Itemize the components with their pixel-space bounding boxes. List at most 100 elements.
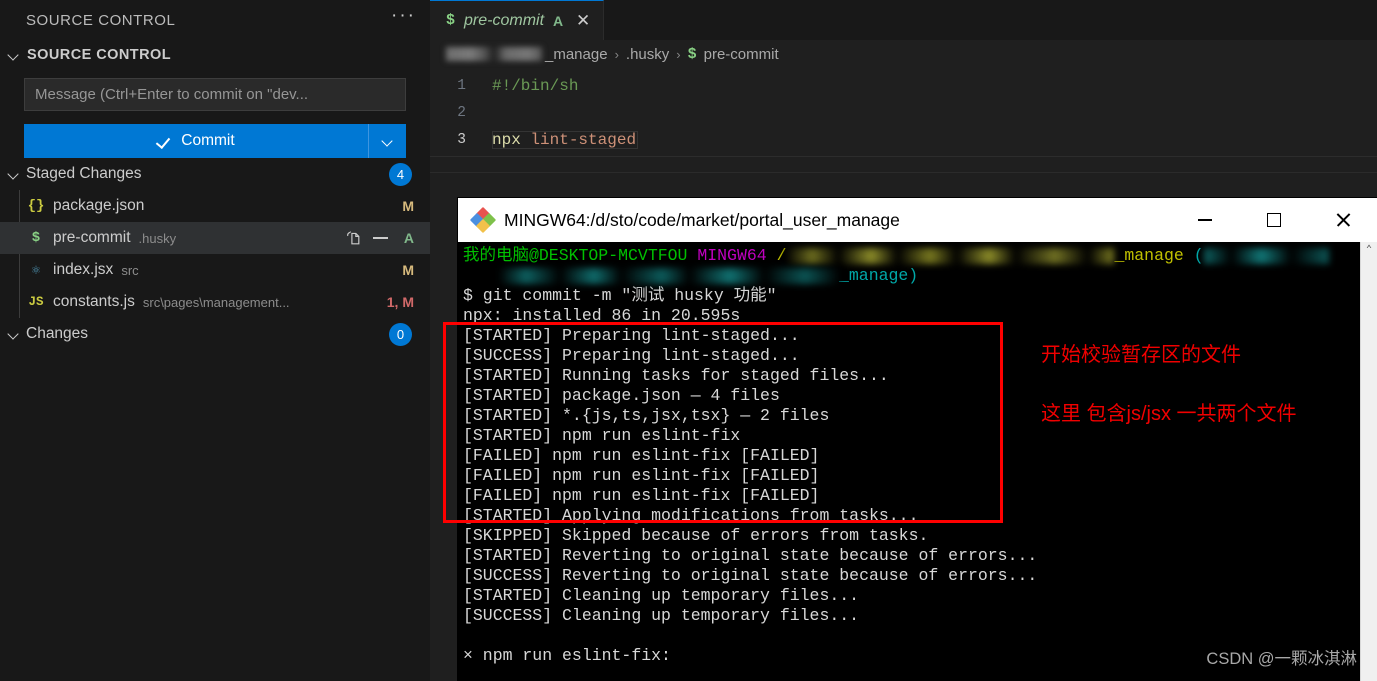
commit-message-placeholder: Message (Ctrl+Enter to commit on "dev...: [35, 86, 309, 103]
terminal-command: $ git commit -m "测试 husky 功能": [463, 286, 777, 305]
commit-message-input[interactable]: Message (Ctrl+Enter to commit on "dev...: [24, 78, 406, 111]
redacted-path: [786, 247, 1115, 264]
commit-dropdown-button[interactable]: [368, 124, 406, 158]
more-actions-icon[interactable]: ···: [391, 6, 416, 29]
changes-header[interactable]: Changes 0: [0, 318, 430, 350]
tab-status-badge: A: [553, 12, 564, 29]
code-line: 1 #!/bin/sh: [430, 72, 1377, 99]
list-item[interactable]: JS constants.js src\pages\management... …: [0, 286, 430, 318]
list-item[interactable]: {} package.json M: [0, 190, 430, 222]
source-control-section-header[interactable]: SOURCE CONTROL: [0, 40, 430, 70]
row-action-buttons: [345, 230, 388, 247]
terminal-output-area[interactable]: ⌃ 我的电脑@DESKTOP-MCVTFOU MINGW64 / _manage …: [458, 242, 1377, 681]
changes-label: Changes: [26, 325, 89, 342]
window-controls: [1170, 198, 1377, 242]
terminal-output-line: [FAILED] npm run eslint-fix [FAILED]: [463, 486, 820, 505]
minimize-button[interactable]: [1170, 198, 1239, 242]
divider: [430, 156, 1377, 157]
terminal-output-line: [STARTED] Running tasks for staged files…: [463, 366, 889, 385]
terminal-scrollbar[interactable]: ⌃: [1360, 242, 1377, 681]
commit-button[interactable]: Commit: [24, 124, 368, 158]
prompt-slash: /: [776, 246, 787, 265]
sidebar-view-title: SOURCE CONTROL: [26, 11, 176, 29]
terminal-output-line: [FAILED] npm run eslint-fix [FAILED]: [463, 466, 820, 485]
code-text: #!/bin/sh: [492, 76, 579, 95]
terminal-output-line: npx: installed 86 in 20.595s: [463, 306, 741, 325]
sidebar-title-row: SOURCE CONTROL ···: [0, 0, 430, 40]
file-name: package.json: [53, 197, 145, 214]
watermark: CSDN @一颗冰淇淋: [1206, 650, 1357, 668]
unstage-changes-icon[interactable]: [373, 237, 388, 239]
staged-changes-header[interactable]: Staged Changes 4: [0, 158, 430, 190]
maximize-icon: [1266, 213, 1281, 227]
annotation-note-1: 开始校验暂存区的文件: [1041, 344, 1241, 366]
list-item[interactable]: $ pre-commit .husky A: [0, 222, 430, 254]
breadcrumb-root-suffix[interactable]: _manage: [545, 46, 608, 63]
terminal-output-line: [STARTED] Applying modifications from ta…: [463, 506, 919, 525]
chevron-down-icon: [380, 133, 396, 149]
discard-changes-icon[interactable]: [345, 230, 362, 247]
scroll-up-icon[interactable]: ⌃: [1361, 242, 1377, 259]
redacted-branch: [1203, 247, 1329, 264]
close-button[interactable]: [1308, 198, 1377, 242]
mingw64-terminal-window: MINGW64:/d/sto/code/market/portal_user_m…: [458, 198, 1377, 681]
close-icon[interactable]: ✕: [574, 11, 592, 31]
line-number: 1: [457, 77, 466, 94]
file-name: pre-commit: [53, 229, 131, 246]
terminal-output-line: [SUCCESS] Reverting to original state be…: [463, 566, 1038, 585]
breadcrumb-redacted-root: [446, 47, 542, 61]
status-badge: A: [403, 230, 414, 246]
shell-script-icon: $: [687, 45, 697, 63]
code-line: 2: [430, 99, 1377, 126]
status-badge: M: [402, 198, 414, 214]
file-path: src: [121, 262, 139, 278]
terminal-output-line: [STARTED] Reverting to original state be…: [463, 546, 1038, 565]
commit-button-group: Commit: [24, 124, 406, 158]
terminal-lines: 我的电脑@DESKTOP-MCVTFOU MINGW64 /_manage ( …: [458, 242, 1360, 666]
commit-button-label: Commit: [181, 132, 235, 149]
terminal-prompt-line-2: _manage): [463, 266, 1360, 286]
prompt-branch-suffix: _manage): [839, 266, 919, 285]
app-root: SOURCE CONTROL ··· SOURCE CONTROL Messag…: [0, 0, 1377, 681]
close-icon: [1335, 212, 1351, 228]
minimize-icon: [1197, 219, 1212, 221]
maximize-button[interactable]: [1239, 198, 1308, 242]
breadcrumb-file[interactable]: pre-commit: [704, 46, 779, 63]
list-item[interactable]: ⚛ index.jsx src M: [0, 254, 430, 286]
editor-tab-bar: $ pre-commit A ✕: [430, 0, 1377, 40]
tab-pre-commit[interactable]: $ pre-commit A ✕: [430, 0, 605, 40]
annotation-note-2: 这里 包含js/jsx 一共两个文件: [1041, 403, 1297, 425]
check-icon: [157, 134, 172, 149]
javascript-icon: JS: [28, 295, 44, 309]
terminal-output-line: [SUCCESS] Cleaning up temporary files...: [463, 606, 860, 625]
json-icon: {}: [27, 198, 45, 214]
file-path: .husky: [138, 230, 177, 246]
breadcrumb: _manage › .husky › $ pre-commit: [430, 40, 1377, 68]
status-badge: 1, M: [386, 294, 414, 310]
breadcrumb-folder[interactable]: .husky: [626, 46, 669, 63]
redacted-branch-2: [499, 267, 839, 284]
prompt-path-suffix: _manage: [1114, 246, 1184, 265]
source-control-section-label: SOURCE CONTROL: [27, 47, 172, 63]
changes-count: 0: [389, 322, 412, 346]
breadcrumb-separator-icon: ›: [676, 46, 681, 62]
prompt-shell: MINGW64: [697, 246, 767, 265]
code-editor-content[interactable]: 1 #!/bin/sh 2 3 npx lint-staged: [430, 68, 1377, 157]
file-name: index.jsx: [53, 261, 114, 278]
line-number: 2: [457, 104, 466, 121]
mingw-logo-icon: [469, 206, 497, 234]
terminal-title-bar[interactable]: MINGW64:/d/sto/code/market/portal_user_m…: [458, 198, 1377, 242]
chevron-down-icon: [6, 47, 22, 63]
file-path: src\pages\management...: [142, 294, 290, 310]
terminal-output-line: [STARTED] Cleaning up temporary files...: [463, 586, 860, 605]
file-name: constants.js: [53, 293, 135, 310]
staged-changes-count: 4: [389, 162, 412, 186]
line-number: 3: [457, 131, 466, 148]
terminal-output-line: [FAILED] npm run eslint-fix [FAILED]: [463, 446, 820, 465]
source-control-sidebar: SOURCE CONTROL ··· SOURCE CONTROL Messag…: [0, 0, 430, 681]
breadcrumb-separator-icon: ›: [614, 46, 619, 62]
chevron-down-icon: [6, 326, 22, 342]
terminal-output-line: [SKIPPED] Skipped because of errors from…: [463, 526, 929, 545]
shell-script-icon: $: [446, 12, 456, 29]
